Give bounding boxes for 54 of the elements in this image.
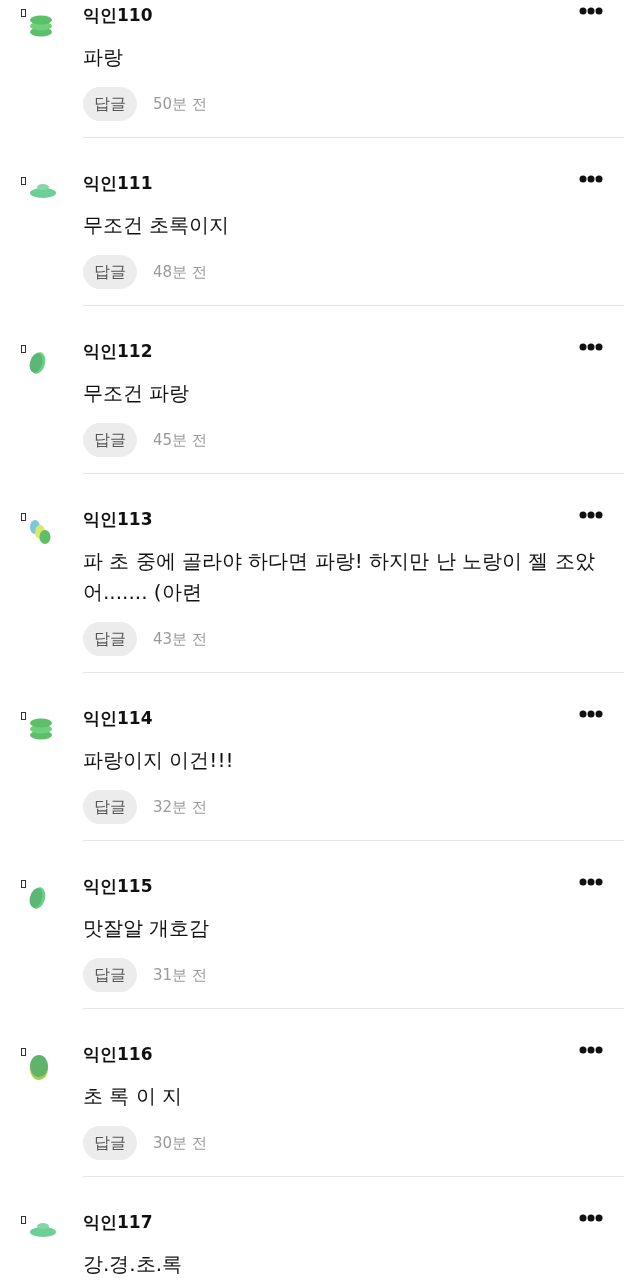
avatar-icon <box>29 351 47 375</box>
reply-button[interactable]: 답글 <box>83 423 137 457</box>
comment-text: 강.경.초.록 <box>83 1251 184 1278</box>
comment-text: 무조건 초록이지 <box>83 212 231 239</box>
comment-text: 파 초 중에 골라야 하다면 파랑! 하지만 난 노랑이 젤 조았어....... (아련 <box>83 548 596 606</box>
author-name: 익인114 <box>83 707 153 730</box>
small-square-icon <box>21 9 26 17</box>
reply-button[interactable]: 답글 <box>83 255 137 289</box>
small-square-icon <box>21 177 26 185</box>
avatar-icon <box>29 886 47 910</box>
avatar-icon <box>29 183 57 199</box>
more-icon[interactable] <box>579 710 603 718</box>
more-icon[interactable] <box>579 1046 603 1054</box>
timestamp: 30분 전 <box>153 1133 207 1153</box>
reply-button[interactable]: 답글 <box>83 87 137 121</box>
avatar-icon <box>29 718 53 740</box>
more-icon[interactable] <box>579 511 603 519</box>
avatar-icon <box>29 519 51 545</box>
comment-text: 초 록 이 지 <box>83 1083 184 1110</box>
avatar-icon <box>29 15 53 37</box>
avatar-icon <box>29 1222 57 1238</box>
timestamp: 48분 전 <box>153 262 207 282</box>
timestamp: 43분 전 <box>153 629 207 649</box>
avatar-icon <box>29 1054 49 1081</box>
small-square-icon <box>21 1048 26 1056</box>
author-name: 익인112 <box>83 340 153 363</box>
comment-text: 맛잘알 개호감 <box>83 915 211 942</box>
more-icon[interactable] <box>579 343 603 351</box>
reply-button[interactable]: 답글 <box>83 1126 137 1160</box>
reply-button[interactable]: 답글 <box>83 622 137 656</box>
small-square-icon <box>21 712 26 720</box>
author-name: 익인110 <box>83 4 153 27</box>
more-icon[interactable] <box>579 7 603 15</box>
more-icon[interactable] <box>579 1214 603 1222</box>
timestamp: 31분 전 <box>153 965 207 985</box>
timestamp: 32분 전 <box>153 797 207 817</box>
author-name: 익인113 <box>83 508 153 531</box>
author-name: 익인116 <box>83 1043 153 1066</box>
timestamp: 50분 전 <box>153 94 207 114</box>
comment-text: 무조건 파랑 <box>83 380 191 407</box>
reply-button[interactable]: 답글 <box>83 790 137 824</box>
author-name: 익인117 <box>83 1211 153 1234</box>
reply-button[interactable]: 답글 <box>83 958 137 992</box>
more-icon[interactable] <box>579 175 603 183</box>
small-square-icon <box>21 513 26 521</box>
author-name: 익인111 <box>83 172 153 195</box>
small-square-icon <box>21 345 26 353</box>
author-name: 익인115 <box>83 875 153 898</box>
comment-text: 파랑이지 이건!!! <box>83 747 235 774</box>
comment-text: 파랑 <box>83 44 124 71</box>
small-square-icon <box>21 880 26 888</box>
small-square-icon <box>21 1216 26 1224</box>
timestamp: 45분 전 <box>153 430 207 450</box>
more-icon[interactable] <box>579 878 603 886</box>
